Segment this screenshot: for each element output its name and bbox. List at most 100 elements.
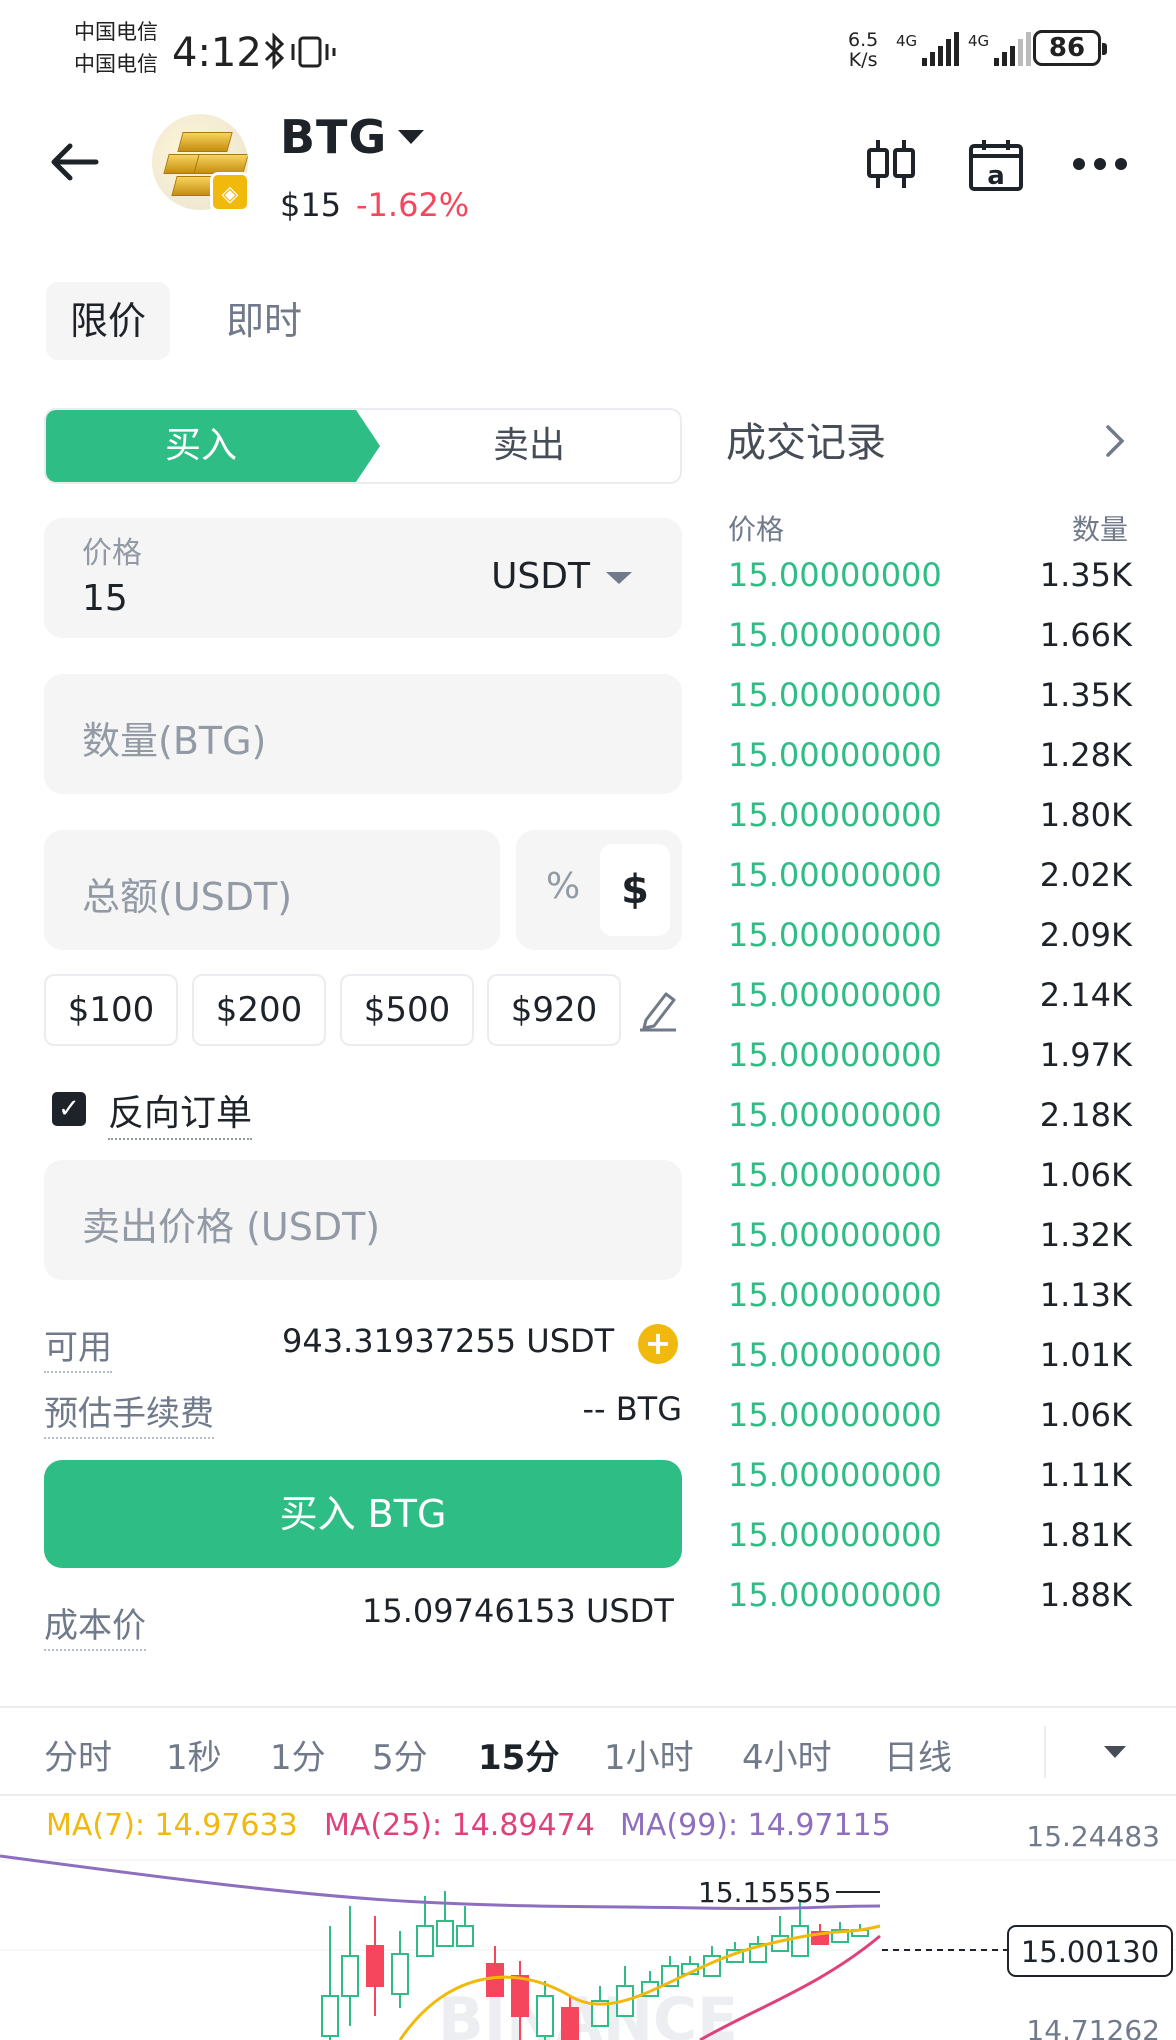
candle-body: [366, 1945, 384, 1987]
trade-row: 15.00000000 1.80K: [728, 796, 1132, 856]
trade-qty: 1.80K: [1039, 796, 1132, 834]
calendar-icon[interactable]: a: [968, 138, 1024, 196]
reverse-order-label[interactable]: 反向订单: [108, 1084, 253, 1140]
interval-tab[interactable]: 分时: [44, 1730, 112, 1779]
trade-row: 15.00000000 1.06K: [728, 1156, 1132, 1216]
peak-price-label: 15.15555: [698, 1876, 832, 1909]
candle-body: [456, 1925, 474, 1947]
percent-toggle[interactable]: %: [546, 866, 580, 907]
buy-tab[interactable]: 买入: [46, 410, 380, 482]
cost-value: 15.09746153 USDT: [362, 1592, 674, 1630]
cost-label[interactable]: 成本价: [44, 1598, 146, 1651]
interval-tab[interactable]: 4小时: [742, 1730, 832, 1779]
trade-qty: 1.88K: [1039, 1576, 1132, 1614]
interval-tab[interactable]: 1秒: [166, 1730, 222, 1779]
interval-tab[interactable]: 1小时: [604, 1730, 694, 1779]
trade-price: 15.00000000: [728, 1396, 942, 1434]
trade-qty: 1.35K: [1039, 676, 1132, 714]
trade-price: 15.00000000: [728, 1036, 942, 1074]
trades-title[interactable]: 成交记录: [726, 410, 886, 468]
chart-watermark: BINANCE: [438, 1985, 738, 2040]
available-label[interactable]: 可用: [44, 1320, 112, 1373]
trade-price: 15.00000000: [728, 1456, 942, 1494]
tab-separator: [1044, 1726, 1046, 1778]
trade-qty: 1.35K: [1039, 556, 1132, 594]
trade-price: 15.00000000: [728, 1156, 942, 1194]
trade-qty: 2.18K: [1039, 1096, 1132, 1134]
trade-row: 15.00000000 1.13K: [728, 1276, 1132, 1336]
trade-qty: 1.11K: [1039, 1456, 1132, 1494]
side-switch: 买入 卖出: [44, 408, 682, 484]
quantity-field[interactable]: 数量(BTG): [44, 674, 682, 794]
trade-price: 15.00000000: [728, 976, 942, 1014]
more-icon[interactable]: [1072, 156, 1128, 176]
bluetooth-vibrate-icons: [262, 32, 346, 80]
carrier-2: 中国电信: [74, 52, 158, 76]
tab-limit[interactable]: 限价: [46, 282, 171, 360]
fee-label[interactable]: 预估手续费: [44, 1386, 214, 1439]
trade-row: 15.00000000 1.88K: [728, 1576, 1132, 1636]
dollar-toggle[interactable]: $: [600, 844, 670, 936]
interval-tab[interactable]: 日线: [884, 1730, 952, 1779]
trades-col-price: 价格: [728, 513, 785, 546]
interval-tab[interactable]: 1分: [270, 1730, 326, 1779]
back-arrow-icon[interactable]: [48, 136, 100, 188]
token-symbol[interactable]: BTG: [280, 110, 387, 164]
quick-amount-500[interactable]: $500: [340, 974, 474, 1046]
trade-qty: 1.13K: [1039, 1276, 1132, 1314]
kline-chart[interactable]: BINANCE 15.15555 15.00130 15.24483 14.71…: [0, 1796, 1176, 2040]
trade-row: 15.00000000 1.35K: [728, 676, 1132, 736]
candle-body: [436, 1920, 454, 1947]
signal-1-icon: 4G: [896, 32, 960, 66]
price-change: -1.62%: [356, 186, 470, 224]
net-speed: 6.5 K/s: [848, 29, 879, 71]
sell-price-field[interactable]: 卖出价格 (USDT): [44, 1160, 682, 1280]
total-placeholder: 总额(USDT): [82, 875, 293, 919]
quick-amount-200[interactable]: $200: [192, 974, 326, 1046]
available-value: 943.31937255 USDT: [282, 1322, 615, 1360]
axis-low-label: 14.71262: [1026, 2014, 1160, 2040]
interval-tab-active[interactable]: 15分: [478, 1730, 559, 1779]
quick-amount-100[interactable]: $100: [44, 974, 178, 1046]
trade-price: 15.00000000: [728, 676, 942, 714]
trade-qty: 1.01K: [1039, 1336, 1132, 1374]
trade-price: 15.00000000: [728, 856, 942, 894]
candlestick-chart-icon[interactable]: [866, 138, 916, 194]
section-divider: [0, 1706, 1176, 1708]
reverse-order-checkbox[interactable]: ✓: [52, 1092, 86, 1126]
battery-icon: 86: [1033, 30, 1107, 66]
trade-price: 15.00000000: [728, 1576, 942, 1614]
trade-price: 15.00000000: [728, 1516, 942, 1554]
quick-amount-920[interactable]: $920: [487, 974, 621, 1046]
tab-market[interactable]: 即时: [202, 282, 326, 360]
chevron-down-icon: [606, 572, 632, 584]
chevron-right-icon[interactable]: [1104, 424, 1126, 462]
add-funds-icon[interactable]: +: [638, 1324, 678, 1364]
trade-row: 15.00000000 1.06K: [728, 1396, 1132, 1456]
candle-body: [391, 1953, 409, 1995]
trade-row: 15.00000000 1.81K: [728, 1516, 1132, 1576]
buy-btg-button[interactable]: 买入 BTG: [44, 1460, 682, 1568]
signal-2-icon: 4G: [968, 32, 1032, 66]
trade-price: 15.00000000: [728, 1096, 942, 1134]
sell-tab[interactable]: 卖出: [376, 410, 680, 482]
price-value[interactable]: 15: [82, 578, 128, 619]
trade-qty: 1.97K: [1039, 1036, 1132, 1074]
total-field[interactable]: 总额(USDT): [44, 830, 500, 950]
price-field[interactable]: 价格 15 USDT: [44, 518, 682, 638]
trade-row: 15.00000000 1.35K: [728, 556, 1132, 616]
bnb-chain-badge-icon: ◈: [210, 172, 250, 212]
fee-value: -- BTG: [582, 1390, 682, 1428]
status-time: 4:12: [172, 30, 262, 76]
quote-currency-select[interactable]: USDT: [491, 556, 632, 597]
trade-price: 15.00000000: [728, 1336, 942, 1374]
candle-body: [321, 1995, 339, 2037]
symbol-dropdown-icon[interactable]: [398, 130, 424, 144]
trade-qty: 1.28K: [1039, 736, 1132, 774]
carrier-1: 中国电信: [74, 20, 158, 44]
candle-body: [511, 1975, 529, 2017]
interval-tab[interactable]: 5分: [372, 1730, 428, 1779]
more-intervals-icon[interactable]: [1104, 1746, 1126, 1758]
edit-pencil-icon[interactable]: [636, 988, 680, 1036]
trade-qty: 1.06K: [1039, 1156, 1132, 1194]
